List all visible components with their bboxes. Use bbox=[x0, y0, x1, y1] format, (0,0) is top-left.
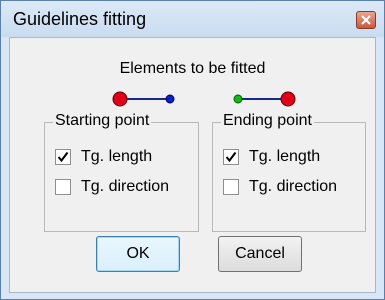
end-tg-direction-label: Tg. direction bbox=[249, 178, 338, 195]
ending-point-group: Ending point Tg. length Tg. direction bbox=[212, 112, 366, 232]
start-tg-direction-row[interactable]: Tg. direction bbox=[55, 177, 169, 197]
dialog-content: Elements to be fitted Starting point Tg. bbox=[9, 37, 376, 293]
cancel-button[interactable]: Cancel bbox=[218, 236, 302, 272]
end-tg-direction-row[interactable]: Tg. direction bbox=[223, 177, 337, 197]
starting-point-group: Starting point Tg. length Tg. direction bbox=[44, 112, 199, 232]
end-point-marker bbox=[280, 91, 296, 107]
end-segment-diagram bbox=[233, 91, 296, 107]
start-tg-direction-checkbox[interactable] bbox=[55, 179, 71, 195]
window-title: Guidelines fitting bbox=[13, 9, 147, 29]
start-point-marker bbox=[112, 91, 128, 107]
ok-button[interactable]: OK bbox=[96, 236, 180, 272]
green-point-marker bbox=[233, 94, 243, 104]
checkmark-icon bbox=[57, 151, 69, 163]
end-tg-length-checkbox[interactable] bbox=[223, 149, 239, 165]
dialog-window: Guidelines fitting Elements to be fitted… bbox=[0, 0, 385, 300]
start-tg-length-label: Tg. length bbox=[81, 148, 153, 165]
blue-point-marker bbox=[165, 94, 175, 104]
end-tg-direction-checkbox[interactable] bbox=[223, 179, 239, 195]
start-tg-length-row[interactable]: Tg. length bbox=[55, 147, 152, 167]
ending-point-title: Ending point bbox=[221, 112, 314, 130]
end-tg-length-label: Tg. length bbox=[249, 148, 321, 165]
close-icon bbox=[361, 15, 371, 25]
start-segment-diagram bbox=[112, 91, 175, 107]
checkmark-icon bbox=[225, 151, 237, 163]
close-button[interactable] bbox=[356, 11, 376, 29]
start-tg-length-checkbox[interactable] bbox=[55, 149, 71, 165]
start-tg-direction-label: Tg. direction bbox=[81, 178, 170, 195]
end-tg-length-row[interactable]: Tg. length bbox=[223, 147, 320, 167]
starting-point-title: Starting point bbox=[53, 112, 152, 130]
title-bar[interactable]: Guidelines fitting bbox=[1, 1, 384, 37]
elements-label: Elements to be fitted bbox=[119, 60, 266, 77]
